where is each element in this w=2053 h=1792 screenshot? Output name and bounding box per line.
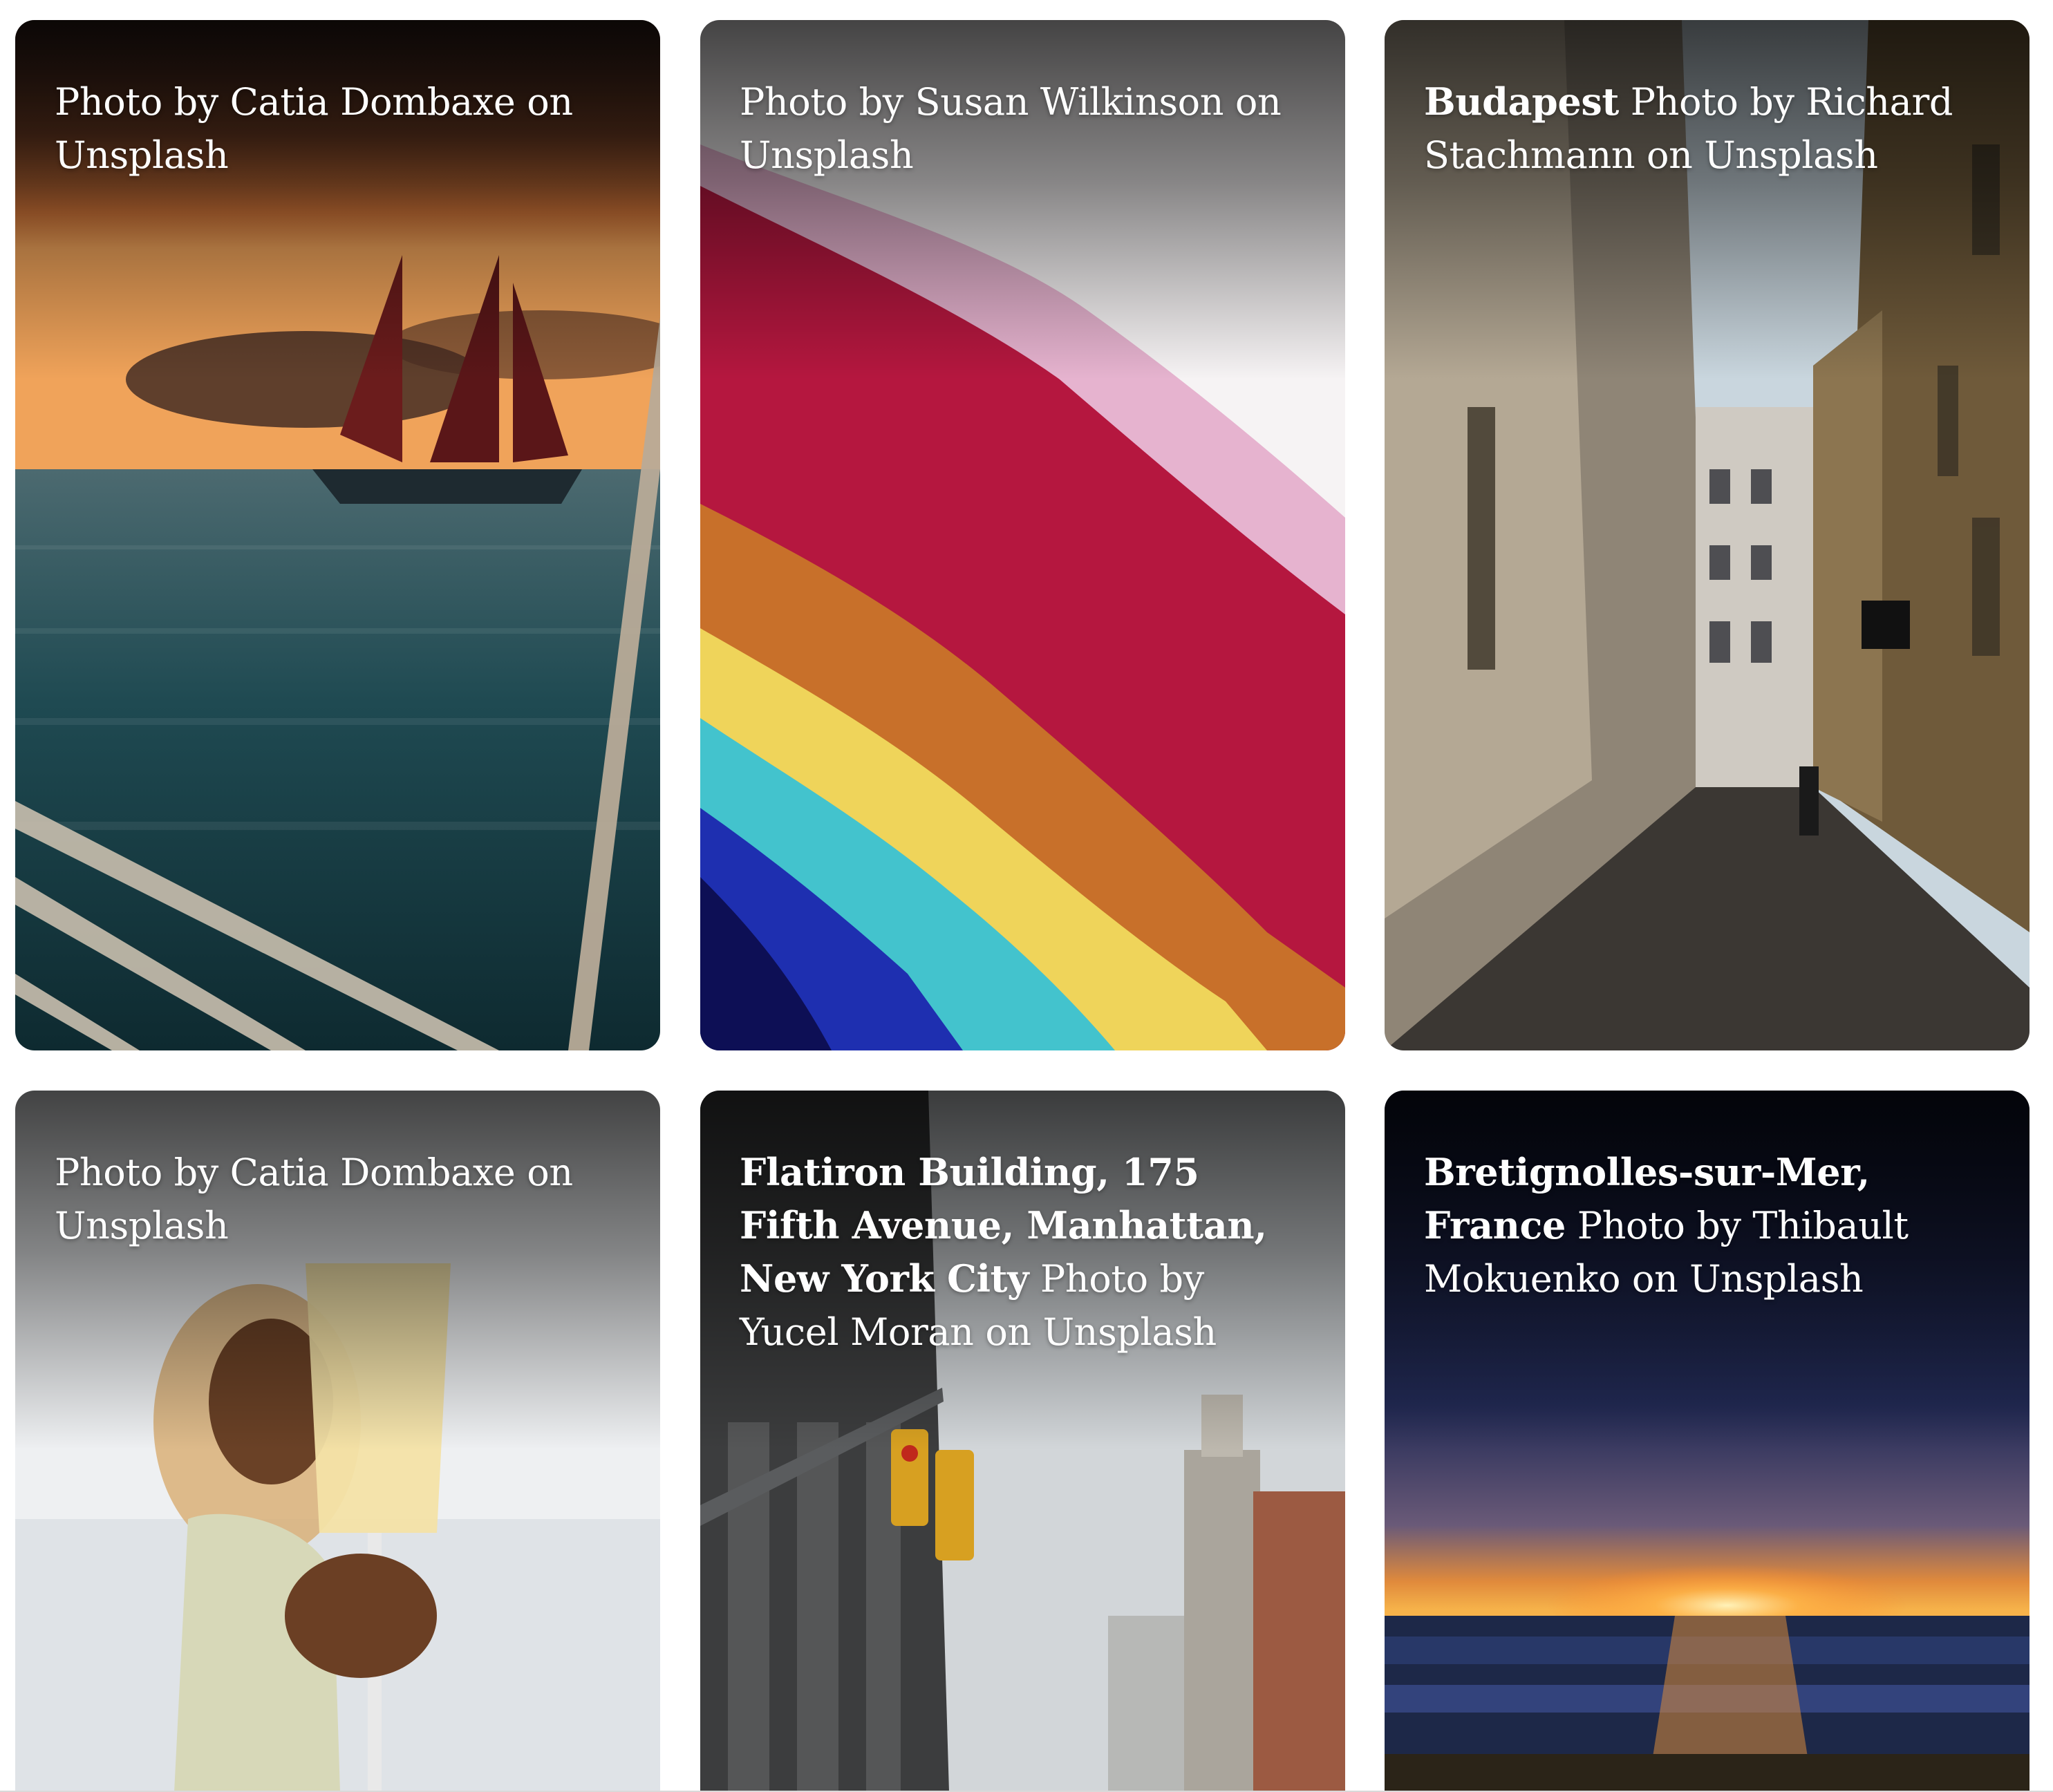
photo-caption: Photo by Susan Wilkinson on Unsplash xyxy=(740,75,1311,182)
photo-card-bretignolles[interactable]: Bretignolles-sur-Mer, France Photo by Th… xyxy=(1385,1091,2029,1792)
photo-caption: Photo by Catia Dombaxe on Unsplash xyxy=(55,75,626,182)
caption-overlay xyxy=(15,20,660,379)
photo-caption: Photo by Catia Dombaxe on Unsplash xyxy=(55,1146,626,1252)
photo-card-sailboat[interactable]: Photo by Catia Dombaxe on Unsplash xyxy=(15,20,660,1050)
photo-title: Budapest xyxy=(1424,79,1619,124)
photo-caption: Bretignolles-sur-Mer, France Photo by Th… xyxy=(1424,1146,1995,1305)
photo-credit: Photo by Catia Dombaxe on Unsplash xyxy=(55,80,573,177)
caption-overlay xyxy=(1385,20,2029,379)
photo-credit: Photo by Catia Dombaxe on Unsplash xyxy=(55,1151,573,1247)
photo-caption: Budapest Photo by Richard Stachmann on U… xyxy=(1424,75,1995,182)
photo-credit: Photo by Susan Wilkinson on Unsplash xyxy=(740,80,1282,177)
photo-card-champagne[interactable]: Photo by Catia Dombaxe on Unsplash xyxy=(15,1091,660,1792)
caption-overlay xyxy=(15,1091,660,1450)
photo-card-budapest[interactable]: Budapest Photo by Richard Stachmann on U… xyxy=(1385,20,2029,1050)
photo-caption: Flatiron Building, 175 Fifth Avenue, Man… xyxy=(740,1146,1311,1359)
photo-card-flatiron[interactable]: Flatiron Building, 175 Fifth Avenue, Man… xyxy=(700,1091,1345,1792)
photo-card-fluid-art[interactable]: Photo by Susan Wilkinson on Unsplash xyxy=(700,20,1345,1050)
caption-overlay xyxy=(700,20,1345,379)
